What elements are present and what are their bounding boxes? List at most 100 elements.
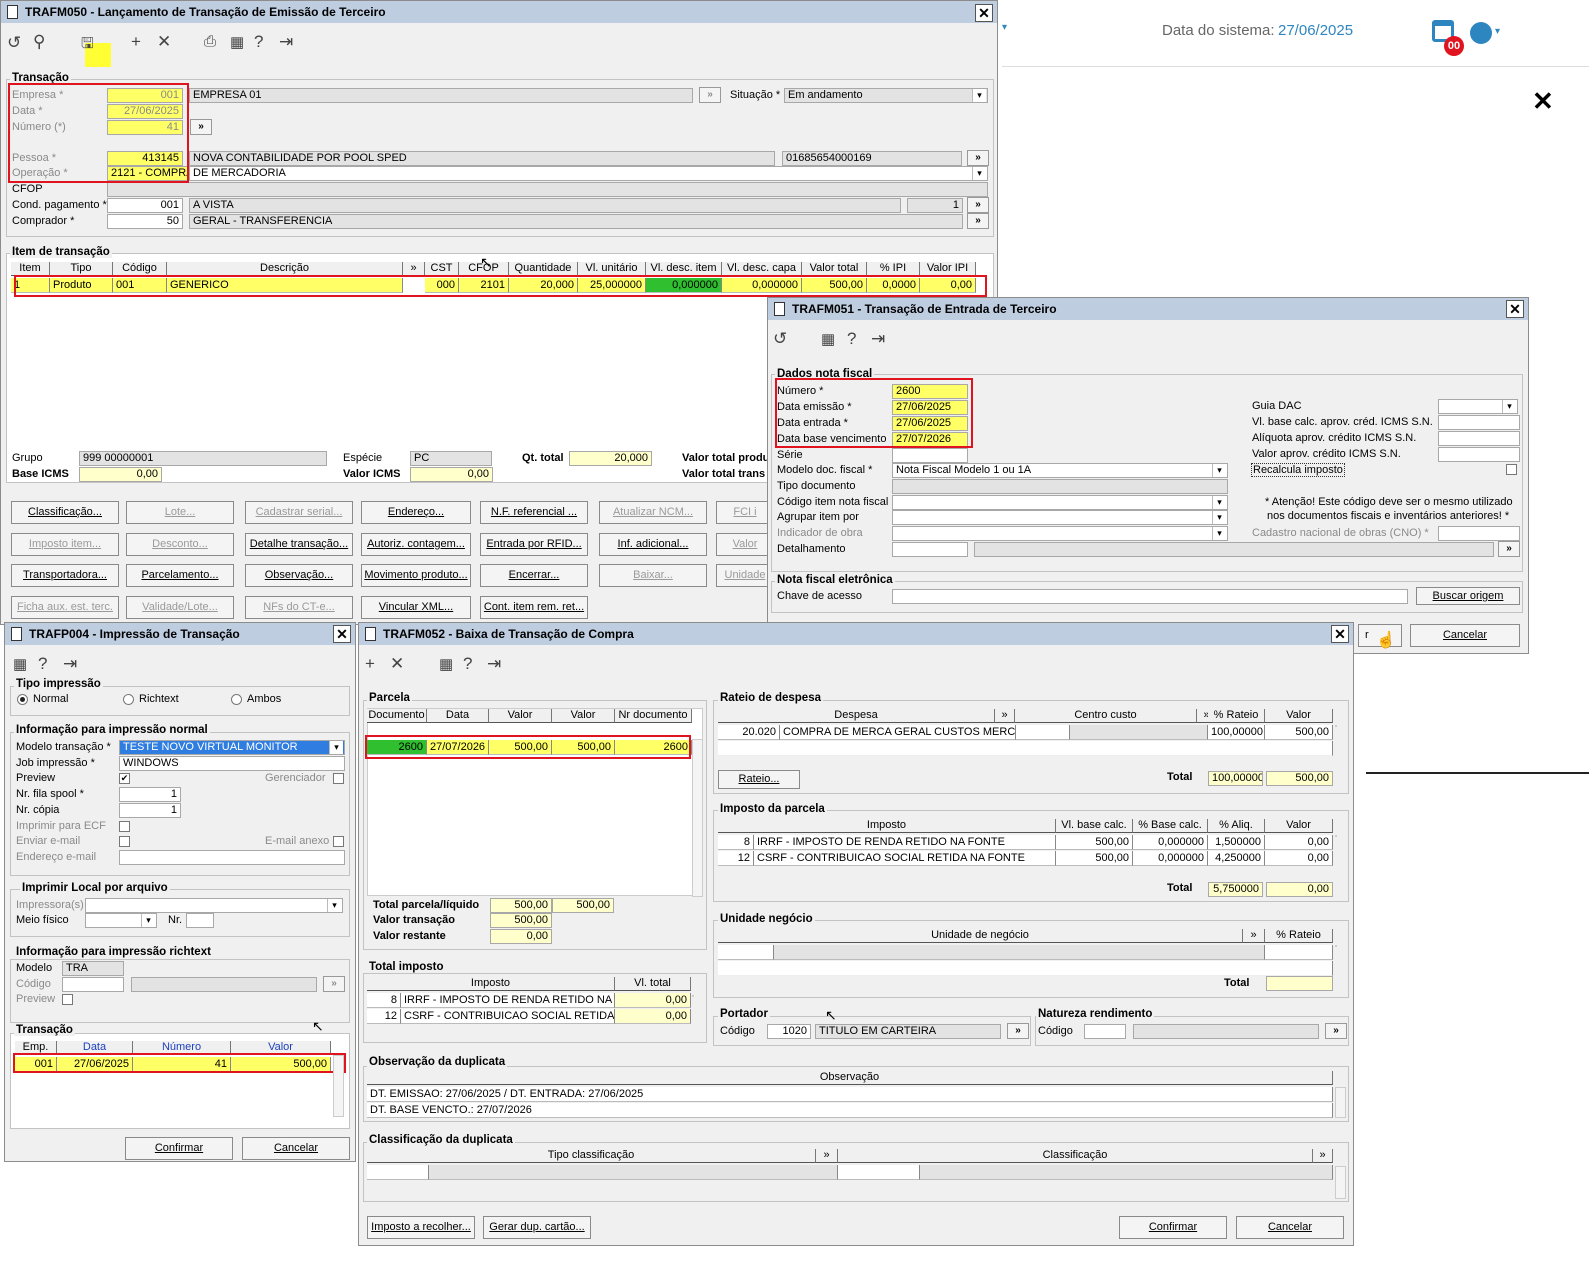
exit-icon[interactable]: ⇥ (63, 654, 77, 674)
scrollbar[interactable] (1335, 835, 1337, 837)
codigo-item-select[interactable] (892, 495, 1228, 510)
comprador-code-field[interactable]: 50 (107, 214, 183, 229)
table-cell[interactable] (718, 741, 1333, 756)
recalcula-imposto-checkbox[interactable] (1506, 464, 1517, 475)
scrollbar[interactable] (1335, 1087, 1346, 1118)
action-button[interactable]: Classificação... (11, 501, 119, 524)
email-anexo-checkbox[interactable] (333, 836, 344, 847)
modelo-doc-select[interactable]: Nota Fiscal Modelo 1 ou 1A (892, 463, 1228, 478)
scrollbar[interactable] (1335, 725, 1337, 727)
table-cell[interactable]: 500,00 (231, 1057, 331, 1072)
table-cell[interactable]: 41 (133, 1057, 231, 1072)
cancelar-button[interactable]: Cancelar (1410, 624, 1520, 647)
natureza-codigo-field[interactable] (1084, 1024, 1126, 1039)
table-cell[interactable]: 1 (11, 278, 50, 293)
table-cell[interactable]: IRRF - IMPOSTO DE RENDA RETIDO NA FONT (401, 993, 615, 1008)
table-cell[interactable]: Produto (50, 278, 113, 293)
search-icon[interactable]: ⚲ (33, 32, 45, 52)
user-menu-chevron-icon[interactable]: ▾ (1495, 26, 1500, 37)
table-cell[interactable]: 1,500000 (1208, 835, 1265, 850)
endereco-email-field[interactable] (119, 850, 345, 865)
close-icon[interactable]: ✕ (1331, 625, 1349, 643)
calendar-icon[interactable]: ▦ (821, 330, 835, 348)
normal-radio[interactable] (17, 694, 28, 705)
enviar-email-checkbox[interactable] (119, 836, 130, 847)
modelo-transacao-select[interactable]: TESTE NOVO VIRTUAL MONITOR (119, 740, 345, 755)
table-cell[interactable]: 8 (367, 993, 401, 1008)
operacao-code-field[interactable]: 2121 - COMPRA (107, 166, 189, 181)
richtext-radio[interactable] (123, 694, 134, 705)
delete-icon[interactable]: ✕ (390, 654, 404, 674)
chevron-down-icon[interactable]: ▾ (1502, 400, 1516, 413)
table-cell[interactable]: 2600 (615, 740, 692, 755)
fila-spool-field[interactable]: 1 (119, 787, 181, 802)
table-cell[interactable]: 001 (15, 1057, 57, 1072)
confirmar-button[interactable]: Confirmar (125, 1137, 233, 1160)
portador-lookup-button[interactable]: » (1007, 1023, 1029, 1039)
action-button[interactable]: Valor (716, 533, 774, 556)
table-cell[interactable]: 12 (718, 851, 754, 866)
vl-base-field[interactable] (1438, 415, 1520, 430)
action-button[interactable]: Movimento produto... (361, 564, 471, 587)
cond-lookup-button[interactable]: » (967, 197, 989, 213)
table-cell[interactable]: 2101 (459, 278, 509, 293)
action-button[interactable]: Encerrar... (480, 564, 588, 587)
calendar-icon[interactable]: ▦ (230, 33, 244, 51)
agrupar-item-select[interactable] (892, 510, 1228, 525)
add-icon[interactable]: + (131, 32, 141, 52)
action-button[interactable]: Cont. item rem. ret... (480, 596, 588, 619)
buscar-origem-button[interactable]: Buscar origem (1416, 587, 1520, 605)
table-cell[interactable] (718, 945, 774, 960)
table-cell[interactable]: CSRF - CONTRIBUICAO SOCIAL RETIDA NA FON… (754, 851, 1056, 866)
table-cell[interactable]: 2600 (367, 740, 427, 755)
help-icon[interactable]: ? (463, 654, 472, 674)
action-button[interactable]: Detalhe transação... (245, 533, 353, 556)
scrollbar[interactable] (692, 739, 703, 897)
confirmar-button[interactable]: Confirmar (1119, 1216, 1227, 1239)
job-impressao-field[interactable]: WINDOWS (119, 756, 345, 771)
save-icon[interactable]: 🖫 (81, 33, 94, 58)
action-button[interactable]: Entrada por RFID... (480, 533, 588, 556)
action-button[interactable]: NFs do CT-e... (245, 596, 353, 619)
action-button[interactable]: Parcelamento... (126, 564, 234, 587)
chevron-down-icon[interactable]: ▾ (1212, 464, 1226, 477)
chevron-down-icon[interactable]: ▾ (327, 899, 341, 912)
exit-icon[interactable]: ⇥ (279, 32, 293, 52)
serie-field[interactable] (892, 448, 968, 463)
detalhamento-code-field[interactable] (892, 542, 968, 557)
close-icon[interactable]: ✕ (333, 625, 351, 643)
table-cell[interactable]: 20.020 (718, 725, 780, 740)
calendar-icon[interactable]: ▦ (13, 655, 27, 673)
ambos-radio[interactable] (231, 694, 242, 705)
chave-acesso-field[interactable] (892, 589, 1408, 604)
table-cell[interactable]: GENERICO (167, 278, 403, 293)
chevron-down-icon[interactable]: ▾ (972, 89, 986, 102)
table-cell[interactable] (774, 945, 1265, 960)
action-button[interactable]: Vincular XML... (361, 596, 471, 619)
table-cell[interactable] (920, 1165, 1333, 1180)
portador-codigo-field[interactable]: 1020 (767, 1024, 811, 1039)
chevron-down-icon[interactable]: ▾ (141, 914, 155, 927)
table-cell[interactable] (429, 1165, 838, 1180)
chevron-down-icon[interactable]: ▾ (329, 741, 343, 754)
natureza-lookup-button[interactable]: » (1325, 1023, 1347, 1039)
action-button[interactable]: N.F. referencial ... (480, 501, 588, 524)
close-icon[interactable]: ✕ (1532, 86, 1554, 117)
scrollbar[interactable] (692, 995, 694, 997)
data-entrada-field[interactable]: 27/06/2025 (892, 416, 968, 431)
imposto-recolher-button[interactable]: Imposto a recolher... (367, 1216, 475, 1239)
table-cell[interactable]: 500,00 (1056, 851, 1133, 866)
aliquota-field[interactable] (1438, 431, 1520, 446)
empresa-lookup-button[interactable]: » (699, 87, 721, 103)
impressora-select[interactable] (85, 898, 343, 913)
data-emissao-field[interactable]: 27/06/2025 (892, 400, 968, 415)
data-field[interactable]: 27/06/2025 (107, 104, 183, 119)
rateio-button[interactable]: Rateio... (718, 770, 800, 789)
table-cell[interactable]: 25,000000 (578, 278, 646, 293)
richtext-codigo-field[interactable] (62, 977, 124, 992)
close-icon[interactable]: ✕ (1506, 300, 1524, 318)
empresa-code-field[interactable]: 001 (107, 88, 183, 103)
expand-columns-icon[interactable]: » (995, 709, 1015, 723)
pessoa-code-field[interactable]: 413145 (107, 151, 183, 166)
detalhamento-lookup-button[interactable]: » (1498, 541, 1520, 557)
